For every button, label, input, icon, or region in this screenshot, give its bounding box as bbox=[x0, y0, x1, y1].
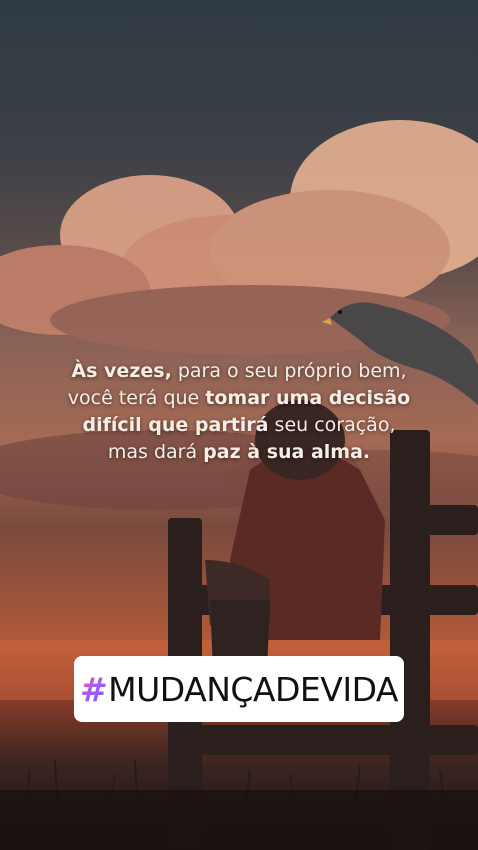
quote-line-3: difícil que partirá seu coração, bbox=[82, 414, 396, 436]
hashtag-label: # MUDANÇADEVIDA bbox=[80, 670, 398, 709]
hashtag-text: MUDANÇADEVIDA bbox=[108, 669, 398, 709]
hashtag-icon: # bbox=[80, 669, 108, 709]
quote-text: Às vezes, para o seu próprio bem, você t… bbox=[0, 358, 478, 466]
quote-line-4: mas dará paz à sua alma. bbox=[107, 441, 371, 463]
quote-line-2: você terá que tomar uma decisão bbox=[67, 387, 411, 409]
quote-line-1: Às vezes, para o seu próprio bem, bbox=[71, 360, 407, 382]
hashtag-sticker[interactable]: # MUDANÇADEVIDA bbox=[74, 656, 404, 722]
story-viewer[interactable]: Às vezes, para o seu próprio bem, você t… bbox=[0, 0, 478, 850]
